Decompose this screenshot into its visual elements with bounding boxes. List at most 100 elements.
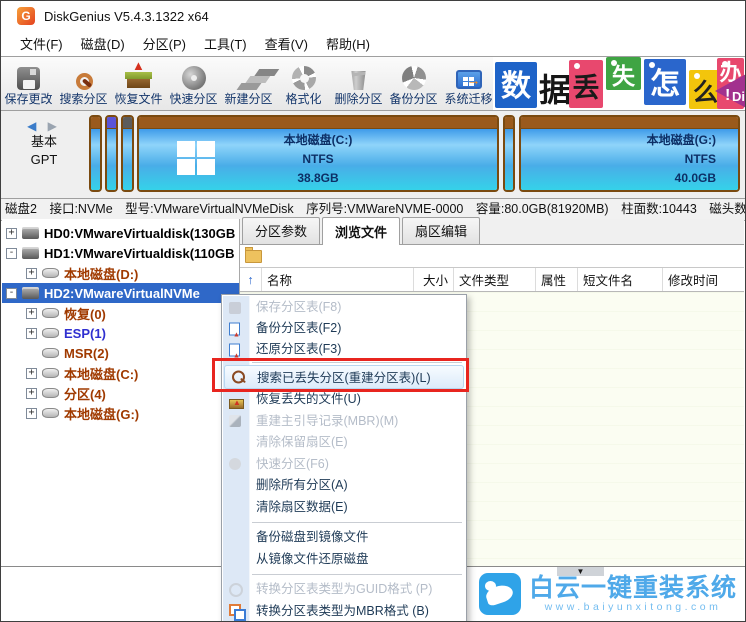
partition-name: 本地磁盘(C:) bbox=[139, 131, 497, 150]
tree-item-local-disk-c[interactable]: + 本地磁盘(C:) bbox=[2, 363, 239, 383]
tab-strip: 分区参数 浏览文件 扇区编辑 bbox=[240, 219, 744, 245]
sort-up-icon[interactable]: ↑ bbox=[240, 268, 262, 291]
menu-separator bbox=[222, 570, 466, 579]
menu-disk[interactable]: 磁盘(D) bbox=[72, 32, 134, 55]
column-header-attr[interactable]: 属性 bbox=[536, 268, 578, 291]
toolbar-quick-partition-button[interactable]: 快速分区 bbox=[166, 57, 221, 110]
context-menu-item-save-partition-table: 保存分区表(F8) bbox=[222, 297, 466, 318]
column-header-shortname[interactable]: 短文件名 bbox=[578, 268, 663, 291]
partition-bar-msr[interactable] bbox=[121, 115, 134, 192]
menu-bar: 文件(F) 磁盘(D) 分区(P) 工具(T) 查看(V) 帮助(H) bbox=[1, 31, 745, 56]
tree-item-local-disk-d[interactable]: + 本地磁盘(D:) bbox=[2, 263, 239, 283]
tree-item-label: 恢复(0) bbox=[64, 304, 106, 323]
menu-file[interactable]: 文件(F) bbox=[11, 32, 72, 55]
new-partition-icon bbox=[236, 83, 261, 90]
recover-files-icon bbox=[125, 62, 152, 89]
toolbar-save-changes-button[interactable]: 保存更改 bbox=[1, 57, 56, 110]
expand-toggle-icon[interactable]: - bbox=[6, 288, 17, 299]
menu-item-label: 删除所有分区(A) bbox=[256, 478, 348, 492]
column-header-size[interactable]: 大小 bbox=[414, 268, 454, 291]
banner-char: 怎 bbox=[644, 59, 686, 105]
expand-toggle-icon[interactable]: + bbox=[26, 308, 37, 319]
file-table-header: ↑ 名称 大小 文件类型 属性 短文件名 修改时间 bbox=[240, 268, 744, 292]
toolbar-search-partition-button[interactable]: 搜索分区 bbox=[56, 57, 111, 110]
ad-banner[interactable]: 数 据 丢 失 怎 么 办 ! Di bbox=[493, 57, 745, 110]
partition-icon bbox=[42, 388, 59, 398]
search-icon bbox=[232, 371, 245, 384]
column-header-filetype[interactable]: 文件类型 bbox=[454, 268, 536, 291]
menu-item-label: 搜索已丢失分区(重建分区表)(L) bbox=[257, 371, 431, 385]
save-changes-icon bbox=[17, 67, 40, 90]
menu-tools[interactable]: 工具(T) bbox=[195, 32, 256, 55]
disk-heads: 磁头数:255 bbox=[709, 202, 746, 216]
toolbar-recover-files-button[interactable]: 恢复文件 bbox=[111, 57, 166, 110]
menu-help[interactable]: 帮助(H) bbox=[317, 32, 379, 55]
toolbar-backup-partition-button[interactable]: 备份分区 bbox=[386, 57, 441, 110]
menu-item-label: 清除扇区数据(E) bbox=[256, 500, 348, 514]
menu-view[interactable]: 查看(V) bbox=[256, 32, 317, 55]
tree-item-msr[interactable]: MSR(2) bbox=[2, 343, 239, 363]
menu-item-label: 清除保留扇区(E) bbox=[256, 435, 348, 449]
partition-bar-4[interactable] bbox=[503, 115, 515, 192]
context-menu-item-clear-sector-data[interactable]: 清除扇区数据(E) bbox=[222, 497, 466, 519]
context-menu-item-convert-to-mbr[interactable]: 转换分区表类型为MBR格式 (B) bbox=[222, 601, 466, 622]
context-menu-item-restore-disk-from-image[interactable]: 从镜像文件还原磁盘 bbox=[222, 549, 466, 571]
expand-toggle-icon[interactable]: + bbox=[26, 328, 37, 339]
tree-item-label: 本地磁盘(D:) bbox=[64, 264, 138, 283]
format-icon bbox=[292, 66, 316, 90]
path-bar[interactable] bbox=[240, 245, 744, 268]
tree-item-partition-4[interactable]: + 分区(4) bbox=[2, 383, 239, 403]
partition-icon bbox=[42, 268, 59, 278]
tab-sector-edit[interactable]: 扇区编辑 bbox=[402, 217, 480, 244]
partition-bar-g[interactable]: 本地磁盘(G:) NTFS 40.0GB bbox=[519, 115, 740, 192]
banner-char: 失 bbox=[606, 57, 641, 90]
expand-toggle-icon[interactable]: + bbox=[26, 268, 37, 279]
tree-item-hd2[interactable]: - HD2:VMwareVirtualNVMe bbox=[2, 283, 239, 303]
expand-toggle-icon[interactable]: + bbox=[26, 388, 37, 399]
tree-item-label: HD0:VMwareVirtualdisk(130GB bbox=[44, 226, 235, 241]
expand-toggle-icon[interactable]: - bbox=[6, 248, 17, 259]
column-header-name[interactable]: 名称 bbox=[262, 268, 414, 291]
column-header-modified[interactable]: 修改时间 bbox=[663, 268, 744, 291]
toolbar-system-migration-button[interactable]: 系统迁移 bbox=[441, 57, 496, 110]
context-menu-item-recover-lost-files[interactable]: 恢复丢失的文件(U) bbox=[222, 389, 466, 411]
expand-toggle-icon[interactable]: + bbox=[6, 228, 17, 239]
next-disk-arrow-icon[interactable]: ▶ bbox=[48, 119, 61, 133]
tab-partition-params[interactable]: 分区参数 bbox=[242, 217, 320, 244]
toolbar-delete-partition-button[interactable]: 删除分区 bbox=[331, 57, 386, 110]
expand-toggle-icon[interactable]: + bbox=[26, 368, 37, 379]
prev-disk-arrow-icon[interactable]: ◀ bbox=[27, 119, 40, 133]
recover-files-icon bbox=[229, 399, 244, 409]
watermark-title: 白云一键重装系统 bbox=[529, 575, 737, 601]
toolbar-new-partition-button[interactable]: 新建分区 bbox=[221, 57, 276, 110]
menu-item-label: 备份分区表(F2) bbox=[256, 321, 341, 335]
restore-table-icon bbox=[229, 343, 240, 356]
tree-item-label: 分区(4) bbox=[64, 384, 106, 403]
expand-toggle-icon[interactable]: + bbox=[26, 408, 37, 419]
context-menu-item-backup-disk-to-image[interactable]: 备份磁盘到镜像文件 bbox=[222, 527, 466, 549]
partition-size: 40.0GB bbox=[521, 169, 716, 188]
tree-item-recovery[interactable]: + 恢复(0) bbox=[2, 303, 239, 323]
toolbar-button-label: 系统迁移 bbox=[444, 90, 492, 107]
tree-item-local-disk-g[interactable]: + 本地磁盘(G:) bbox=[2, 403, 239, 423]
banner-char: 丢 bbox=[569, 60, 603, 108]
toolbar-format-button[interactable]: 格式化 bbox=[276, 57, 331, 110]
disk-number: 磁盘2 bbox=[5, 202, 37, 216]
tree-item-hd0[interactable]: + HD0:VMwareVirtualdisk(130GB bbox=[2, 223, 239, 243]
partition-bar-c[interactable]: 本地磁盘(C:) NTFS 38.8GB bbox=[137, 115, 499, 192]
context-menu-item-restore-partition-table[interactable]: 还原分区表(F3) bbox=[222, 339, 466, 360]
context-menu-item-search-lost-partitions[interactable]: 搜索已丢失分区(重建分区表)(L) bbox=[224, 365, 464, 389]
toolbar-button-label: 搜索分区 bbox=[59, 90, 107, 107]
partition-name: 本地磁盘(G:) bbox=[521, 131, 716, 150]
partition-bar-esp[interactable] bbox=[105, 115, 118, 192]
disk-capacity: 容量:80.0GB(81920MB) bbox=[476, 202, 609, 216]
tab-browse-files[interactable]: 浏览文件 bbox=[322, 217, 400, 245]
tree-item-hd1[interactable]: - HD1:VMwareVirtualdisk(110GB bbox=[2, 243, 239, 263]
context-menu-item-clear-reserved-sectors: 清除保留扇区(E) bbox=[222, 432, 466, 454]
context-menu-item-delete-all-partitions[interactable]: 删除所有分区(A) bbox=[222, 475, 466, 497]
context-menu-item-backup-partition-table[interactable]: 备份分区表(F2) bbox=[222, 318, 466, 339]
partition-bar-recovery[interactable] bbox=[89, 115, 102, 192]
tree-item-esp[interactable]: + ESP(1) bbox=[2, 323, 239, 343]
partition-fs: NTFS bbox=[139, 150, 497, 169]
menu-partition[interactable]: 分区(P) bbox=[134, 32, 195, 55]
